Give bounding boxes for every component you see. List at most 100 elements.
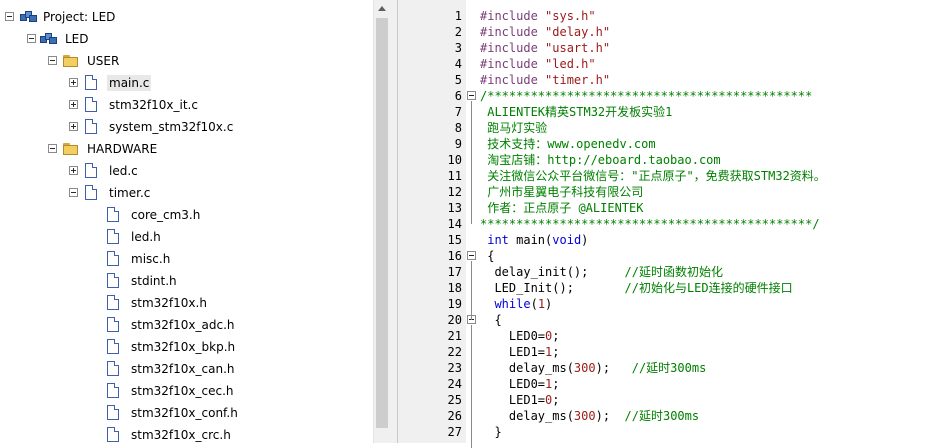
collapse-icon[interactable] — [69, 188, 78, 197]
code-text: LED1=1; — [480, 344, 560, 360]
tree-header-item[interactable]: stdint.h — [0, 270, 373, 292]
fold-collapse-icon[interactable] — [467, 251, 476, 260]
expand-icon[interactable] — [69, 122, 78, 131]
code-line[interactable]: 10 淘宝店铺：http://eboard.taobao.com — [398, 152, 931, 168]
code-line[interactable]: 9 技术支持：www.openedv.com — [398, 136, 931, 152]
project-tree-scrollbar[interactable] — [373, 0, 391, 443]
code-line[interactable]: 12 广州市星翼电子科技有限公司 — [398, 184, 931, 200]
tree-header-item[interactable]: stm32f10x_cec.h — [0, 380, 373, 402]
code-token: //延时300ms — [624, 409, 700, 423]
code-token: LED_Init(); — [480, 281, 625, 295]
code-line[interactable]: 4 #include "led.h" — [398, 56, 931, 72]
code-token: ); — [595, 409, 625, 423]
code-line[interactable]: 22 LED1=1; — [398, 344, 931, 360]
code-token: #include — [480, 57, 546, 71]
code-token: ; — [552, 377, 560, 391]
code-token: void — [552, 233, 582, 247]
line-number: 22 — [447, 345, 462, 359]
file-label: main.c — [107, 75, 152, 91]
line-number: 24 — [447, 377, 462, 391]
tree-header-item[interactable]: stm32f10x_adc.h — [0, 314, 373, 336]
fold-collapse-icon[interactable] — [467, 91, 476, 100]
code-line[interactable]: 23 delay_ms(300); //延时300ms — [398, 360, 931, 376]
group-label: HARDWARE — [87, 142, 158, 156]
code-line[interactable]: 2 #include "delay.h" — [398, 24, 931, 40]
code-line[interactable]: 24 LED0=1; — [398, 376, 931, 392]
line-number: 7 — [454, 105, 462, 119]
tree-header-item[interactable]: core_cm3.h — [0, 204, 373, 226]
code-line[interactable]: 16 { — [398, 248, 931, 264]
tree-header-item[interactable]: led.h — [0, 226, 373, 248]
tree-header-item[interactable]: stm32f10x_crc.h — [0, 424, 373, 443]
line-number: 10 — [447, 153, 462, 167]
code-token: ; — [552, 393, 560, 407]
scrollbar-thumb[interactable] — [376, 18, 388, 428]
code-line[interactable]: 6 /**************************************… — [398, 88, 931, 104]
code-line[interactable]: 7 ALIENTEK精英STM32开发板实验1 — [398, 104, 931, 120]
code-line[interactable]: 20 { — [398, 312, 931, 328]
code-line[interactable]: 1 #include "sys.h" — [398, 8, 931, 24]
expand-icon[interactable] — [69, 166, 78, 175]
collapse-icon[interactable] — [48, 56, 57, 65]
tree-file-item[interactable]: main.c — [0, 72, 373, 94]
code-text: delay_ms(300); //延时300ms — [480, 408, 699, 424]
scroll-up-arrow-icon[interactable] — [374, 0, 391, 17]
code-text: 作者：正点原子 @ALIENTEK — [480, 200, 643, 216]
code-editor[interactable]: 1 #include "sys.h" 2 #include "delay.h" 3 #in… — [397, 0, 931, 448]
tree-header-item[interactable]: stm32f10x.h — [0, 292, 373, 314]
tree-group-hardware[interactable]: HARDWARE — [0, 138, 373, 160]
header-label: stm32f10x_adc.h — [131, 318, 235, 332]
code-token: LED1= — [480, 393, 546, 407]
code-token: ; — [552, 345, 560, 359]
collapse-icon[interactable] — [5, 12, 14, 21]
code-token: ****************************************… — [480, 217, 820, 231]
code-token: 300 — [573, 361, 596, 375]
code-line[interactable]: 19 while(1) — [398, 296, 931, 312]
tree-header-item[interactable]: misc.h — [0, 248, 373, 270]
code-token: 1 — [537, 297, 546, 311]
header-label: stm32f10x.h — [131, 296, 207, 310]
code-line[interactable]: 5 #include "timer.h" — [398, 72, 931, 88]
header-file-icon — [107, 229, 119, 244]
code-text: LED0=0; — [480, 328, 560, 344]
collapse-icon[interactable] — [48, 144, 57, 153]
code-line[interactable]: 11 关注微信公众平台微信号："正点原子"，免费获取STM32资料。 — [398, 168, 931, 184]
code-line[interactable]: 17 delay_init(); //延时函数初始化 — [398, 264, 931, 280]
line-number: 12 — [447, 185, 462, 199]
code-line[interactable]: 13 作者：正点原子 @ALIENTEK — [398, 200, 931, 216]
code-line[interactable]: 21 LED0=0; — [398, 328, 931, 344]
collapse-icon[interactable] — [27, 34, 36, 43]
code-line[interactable]: 8 跑马灯实验 — [398, 120, 931, 136]
code-token: while — [480, 297, 531, 311]
line-number: 15 — [447, 233, 462, 247]
code-token: #include — [480, 25, 546, 39]
code-line[interactable]: 18 LED_Init(); //初始化与LED连接的硬件接口 — [398, 280, 931, 296]
tree-header-item[interactable]: stm32f10x_can.h — [0, 358, 373, 380]
tree-file-item[interactable]: timer.c — [0, 182, 373, 204]
code-line[interactable]: 26 delay_ms(300); //延时300ms — [398, 408, 931, 424]
header-file-icon — [107, 295, 119, 310]
tree-header-item[interactable]: stm32f10x_conf.h — [0, 402, 373, 424]
code-line[interactable]: 25 LED1=0; — [398, 392, 931, 408]
header-file-icon — [107, 273, 119, 288]
tree-project-root[interactable]: Project: LED — [0, 6, 373, 28]
line-number: 23 — [447, 361, 462, 375]
code-text: 跑马灯实验 — [480, 120, 547, 136]
code-text: int main(void) — [480, 232, 588, 248]
expand-icon[interactable] — [69, 100, 78, 109]
code-line[interactable]: 3 #include "usart.h" — [398, 40, 931, 56]
code-line[interactable]: 27 } — [398, 424, 931, 440]
tree-header-item[interactable]: stm32f10x_bkp.h — [0, 336, 373, 358]
line-number: 5 — [454, 73, 462, 87]
code-token: { — [480, 249, 495, 263]
expand-icon[interactable] — [69, 78, 78, 87]
tree-file-item[interactable]: stm32f10x_it.c — [0, 94, 373, 116]
code-token: //延时函数初始化 — [624, 265, 723, 279]
code-line[interactable]: 14 **************************************… — [398, 216, 931, 232]
tree-file-item[interactable]: system_stm32f10x.c — [0, 116, 373, 138]
tree-target-led[interactable]: LED — [0, 28, 373, 50]
tree-group-user[interactable]: USER — [0, 50, 373, 72]
tree-file-item[interactable]: led.c — [0, 160, 373, 182]
code-line[interactable]: 15 int main(void) — [398, 232, 931, 248]
line-number: 6 — [454, 89, 462, 103]
